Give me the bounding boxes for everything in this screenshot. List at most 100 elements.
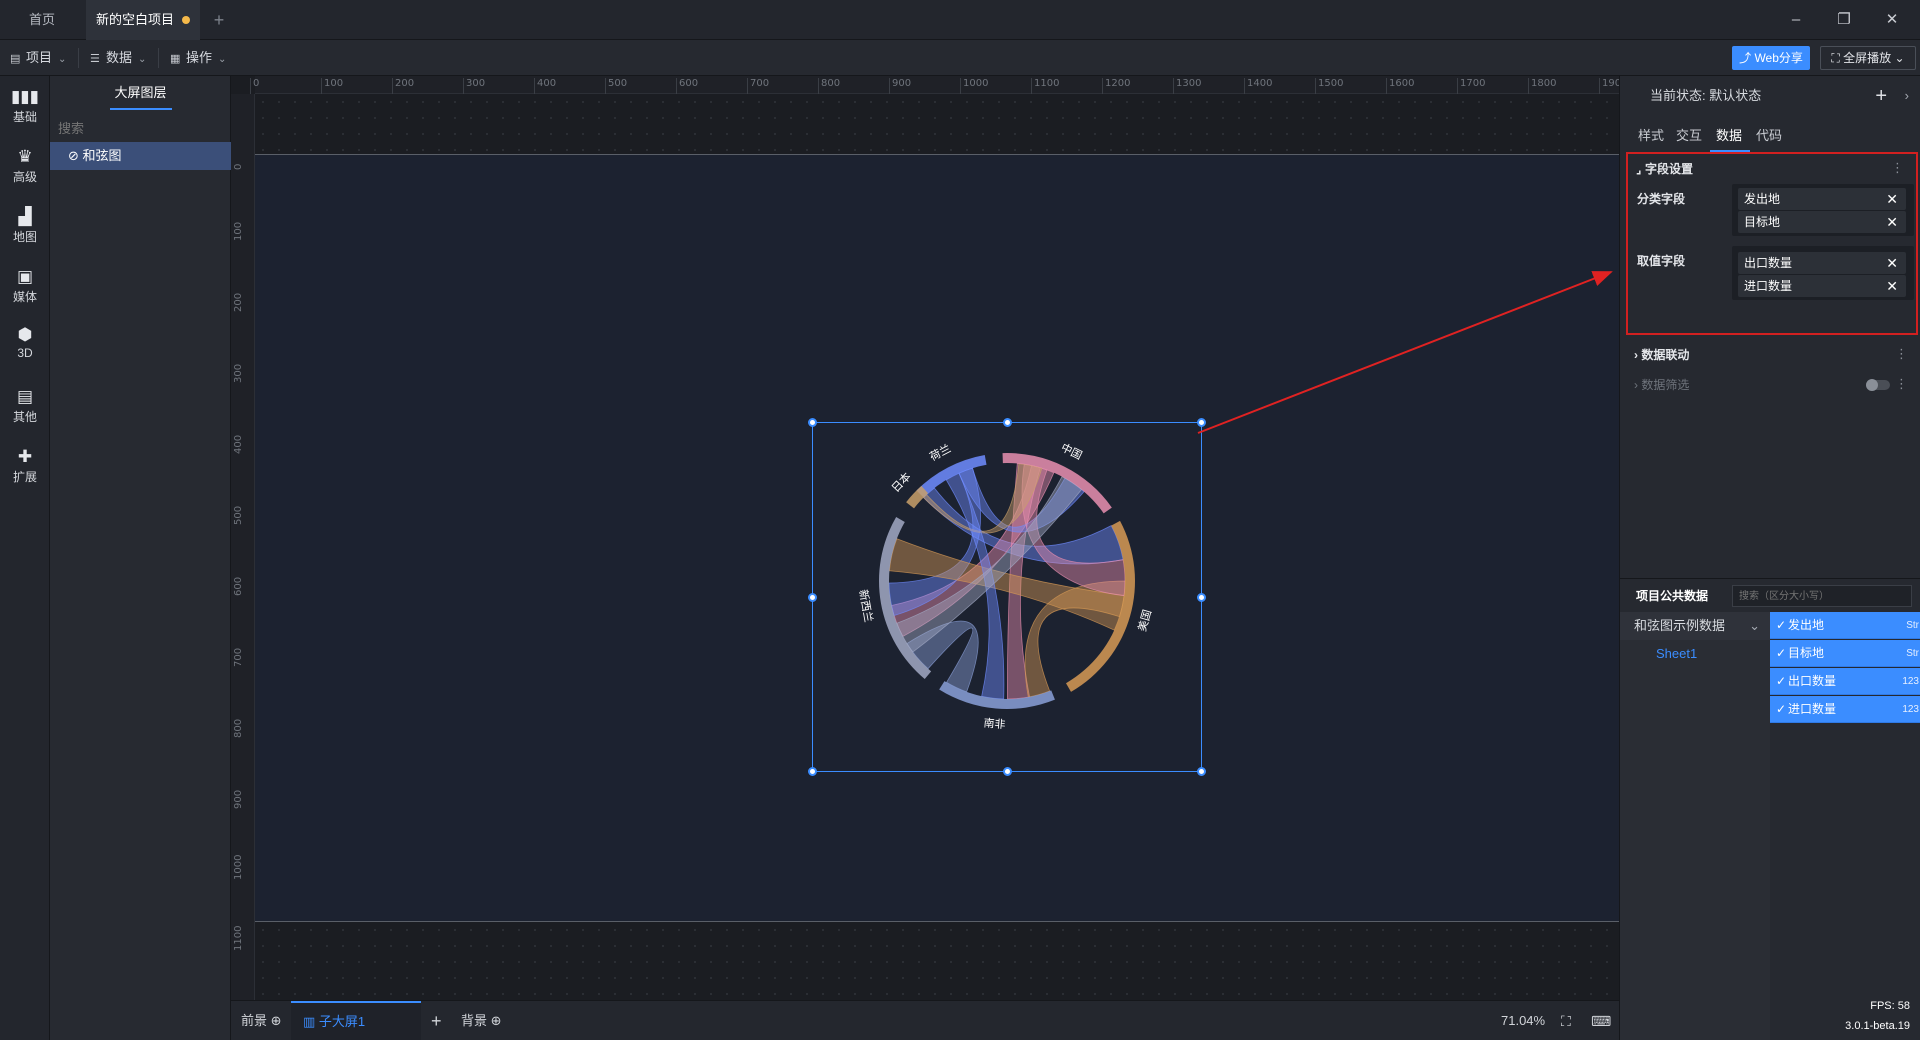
add-circle-icon[interactable]: ⊕ xyxy=(267,1013,282,1028)
data-filter-title: 数据筛选 xyxy=(1641,378,1690,392)
category-field-chip[interactable]: 发出地 ✕ xyxy=(1738,188,1906,210)
category-field-chip[interactable]: 目标地 ✕ xyxy=(1738,211,1906,233)
dataset-item[interactable]: 和弦图示例数据 ⌄ xyxy=(1620,612,1770,640)
menu-project[interactable]: ▤ 项目 ⌄ xyxy=(10,40,66,76)
more-icon[interactable]: ⋮ xyxy=(1895,346,1908,362)
value-field-chip[interactable]: 出口数量 ✕ xyxy=(1738,252,1906,274)
data-link-header[interactable]: › 数据联动 xyxy=(1634,346,1689,363)
remove-icon[interactable]: ✕ xyxy=(1886,211,1898,233)
tab-code[interactable]: 代码 xyxy=(1756,124,1782,148)
field-type: Str xyxy=(1906,648,1919,659)
layer-item-chord[interactable]: ⊘ 和弦图 xyxy=(50,142,231,170)
layers-search-input[interactable] xyxy=(58,116,224,142)
add-subscreen-button[interactable]: + xyxy=(431,1001,442,1040)
chip-label: 出口数量 xyxy=(1744,256,1793,270)
category-3d[interactable]: ⬢ 3D xyxy=(0,324,50,360)
category-field-dropzone[interactable]: 发出地 ✕ 目标地 ✕ xyxy=(1732,184,1914,236)
ruler-tick: 1400 xyxy=(1243,78,1273,94)
resize-handle-w[interactable] xyxy=(808,593,817,602)
resize-handle-n[interactable] xyxy=(1003,418,1012,427)
field-settings-header[interactable]: ⌟ 字段设置 xyxy=(1636,160,1693,177)
resize-handle-s[interactable] xyxy=(1003,767,1012,776)
tab-new-project-label: 新的空白项目 xyxy=(96,12,175,27)
screen-stage[interactable]: 荷兰 中国 美国 南非 新西兰 日本 xyxy=(255,154,1619,922)
zoom-level: 71.04% xyxy=(1501,1013,1546,1028)
add-state-icon[interactable]: + xyxy=(1875,76,1887,116)
dataset-field[interactable]: ✓ 进口数量 123 xyxy=(1770,696,1920,723)
chevron-right-icon[interactable]: › xyxy=(1905,76,1909,116)
foreground-tab[interactable]: 前景 ⊕ xyxy=(241,1001,282,1040)
layers-panel: 大屏图层 ⊘ 和弦图 xyxy=(50,76,231,1040)
category-advanced[interactable]: ♛ 高级 xyxy=(0,146,50,185)
dataset-field[interactable]: ✓ 发出地 Str xyxy=(1770,612,1920,639)
field-type: 123 xyxy=(1902,676,1919,687)
category-other-label: 其他 xyxy=(12,410,37,424)
web-share-button[interactable]: ⤴ Web分享 xyxy=(1732,46,1810,70)
restore-button[interactable]: ❐ xyxy=(1820,0,1868,40)
data-filter-toggle[interactable] xyxy=(1866,379,1890,391)
category-basic[interactable]: ▮▮▮ 基础 xyxy=(0,86,50,125)
selection-box[interactable] xyxy=(808,418,1206,776)
fullscreen-icon: ⛶ xyxy=(1831,51,1844,65)
ruler-tick: 100 xyxy=(233,221,244,241)
resize-handle-nw[interactable] xyxy=(808,418,817,427)
ruler-tick: 1900 xyxy=(1598,78,1619,94)
tab-new-project[interactable]: 新的空白项目 xyxy=(86,0,200,40)
more-icon[interactable]: ⋮ xyxy=(1891,160,1904,176)
ruler-tick: 500 xyxy=(604,78,628,94)
ruler-tick: 1500 xyxy=(1314,78,1344,94)
database-icon: ☰ xyxy=(90,53,100,65)
category-media[interactable]: ▣ 媒体 xyxy=(0,266,50,305)
sheet-item[interactable]: Sheet1 xyxy=(1620,640,1770,668)
category-other[interactable]: ▤ 其他 xyxy=(0,386,50,425)
dataset-field[interactable]: ✓ 目标地 Str xyxy=(1770,640,1920,667)
menu-operation[interactable]: ▦ 操作 ⌄ xyxy=(170,40,226,76)
minimize-button[interactable]: – xyxy=(1772,0,1820,40)
category-map[interactable]: ▟ 地图 xyxy=(0,206,50,245)
menu-data[interactable]: ☰ 数据 ⌄ xyxy=(90,40,146,76)
fit-screen-icon[interactable]: ⛶ xyxy=(1561,1001,1571,1040)
ruler-tick: 800 xyxy=(233,718,244,738)
field-name: 出口数量 xyxy=(1788,674,1837,688)
remove-icon[interactable]: ✕ xyxy=(1886,252,1898,274)
background-tab[interactable]: 背景 ⊕ xyxy=(461,1001,502,1040)
more-icon[interactable]: ⋮ xyxy=(1895,376,1908,392)
field-settings-section: ⌟ 字段设置 ⋮ 分类字段 发出地 ✕ 目标地 ✕ 取值字段 出口数量 ✕ 进口数量 ✕ xyxy=(1626,152,1918,335)
chip-label: 发出地 xyxy=(1744,192,1781,206)
state-row: 当前状态: 默认状态 + › xyxy=(1620,76,1920,116)
file-icon: ▤ xyxy=(10,53,21,65)
close-window-button[interactable]: ✕ xyxy=(1868,0,1916,40)
resize-handle-sw[interactable] xyxy=(808,767,817,776)
state-value[interactable]: 默认状态 xyxy=(1709,88,1761,103)
tab-style[interactable]: 样式 xyxy=(1638,124,1664,148)
value-field-dropzone[interactable]: 出口数量 ✕ 进口数量 ✕ xyxy=(1732,246,1914,300)
tab-interaction[interactable]: 交互 xyxy=(1676,124,1702,148)
layers-title[interactable]: 大屏图层 xyxy=(50,76,231,110)
subscreen-tab[interactable]: ▥ 子大屏1 xyxy=(291,1001,421,1040)
category-extension[interactable]: ✚ 扩展 xyxy=(0,446,50,485)
data-filter-header[interactable]: › 数据筛选 xyxy=(1634,376,1689,393)
resize-handle-se[interactable] xyxy=(1197,767,1206,776)
ruler-tick: 0 xyxy=(249,78,260,94)
resize-handle-ne[interactable] xyxy=(1197,418,1206,427)
chevron-down-icon: ⌄ xyxy=(218,54,227,65)
fullscreen-play-button[interactable]: ⛶ 全屏播放 ⌄ xyxy=(1820,46,1916,70)
add-tab-button[interactable]: + xyxy=(206,0,232,40)
public-data-search-input[interactable] xyxy=(1732,585,1912,607)
ruler-tick: 1000 xyxy=(959,78,989,94)
dataset-field[interactable]: ✓ 出口数量 123 xyxy=(1770,668,1920,695)
cube-icon: ⬢ xyxy=(17,325,33,344)
resize-handle-e[interactable] xyxy=(1197,593,1206,602)
ruler-tick: 1100 xyxy=(1030,78,1060,94)
ruler-tick: 200 xyxy=(233,292,244,312)
keyboard-icon[interactable]: ⌨ xyxy=(1591,1001,1611,1040)
bottom-bar: 前景 ⊕ ▥ 子大屏1 + 背景 ⊕ 71.04% ⛶ ⌨ xyxy=(231,1000,1619,1040)
subscreen-label: 子大屏1 xyxy=(318,1014,366,1029)
tab-home[interactable]: 首页 xyxy=(0,0,84,40)
value-field-chip[interactable]: 进口数量 ✕ xyxy=(1738,275,1906,297)
remove-icon[interactable]: ✕ xyxy=(1886,275,1898,297)
tab-data[interactable]: 数据 xyxy=(1716,124,1742,148)
remove-icon[interactable]: ✕ xyxy=(1886,188,1898,210)
bar-chart-icon: ▮▮▮ xyxy=(10,87,40,106)
add-circle-icon[interactable]: ⊕ xyxy=(487,1013,502,1028)
